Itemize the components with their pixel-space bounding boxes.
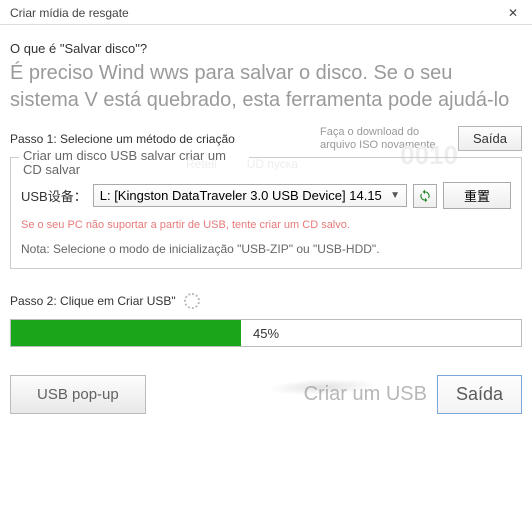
reset-button[interactable]: 重置 xyxy=(443,182,511,209)
method-fieldset: Criar um disco USB salvar criar um CD sa… xyxy=(10,157,522,269)
chevron-down-icon: ▼ xyxy=(390,190,400,201)
whatis-link[interactable]: O que é "Salvar disco"? xyxy=(10,41,522,56)
usb-warning: Se o seu PC não suportar a partir de USB… xyxy=(21,219,401,232)
spinner-icon xyxy=(184,293,200,309)
window-title: Criar mídia de resgate xyxy=(10,6,129,20)
close-icon[interactable]: ✕ xyxy=(502,6,524,20)
step1-label: Passo 1: Selecione um método de criação xyxy=(10,132,235,146)
iso-download-link[interactable]: Faça o download do arquivo ISO novamente xyxy=(320,126,450,150)
step2-label: Passo 2: Clique em Criar USB" xyxy=(10,294,176,308)
refresh-icon xyxy=(418,189,432,203)
exit-button-top[interactable]: Saída xyxy=(458,126,522,151)
refresh-button[interactable] xyxy=(413,184,437,208)
usb-popup-button[interactable]: USB pop-up xyxy=(10,375,146,414)
progress-text: 45% xyxy=(11,320,521,346)
usb-device-label: USB设备： xyxy=(21,186,87,205)
create-usb-label: Criar um USB xyxy=(304,383,427,406)
description-text: É preciso Wind wws para salvar o disco. … xyxy=(10,60,522,114)
boot-mode-note: Nota: Selecione o modo de inicialização … xyxy=(21,242,511,256)
usb-device-select[interactable]: L: [Kingston DataTraveler 3.0 USB Device… xyxy=(93,184,407,207)
titlebar: Criar mídia de resgate ✕ xyxy=(0,0,532,25)
exit-button-bottom[interactable]: Saída xyxy=(437,375,522,414)
progress-bar: 45% xyxy=(10,319,522,347)
usb-selected-value: L: [Kingston DataTraveler 3.0 USB Device… xyxy=(100,188,382,203)
fieldset-legend: Criar um disco USB salvar criar um CD sa… xyxy=(19,149,249,178)
